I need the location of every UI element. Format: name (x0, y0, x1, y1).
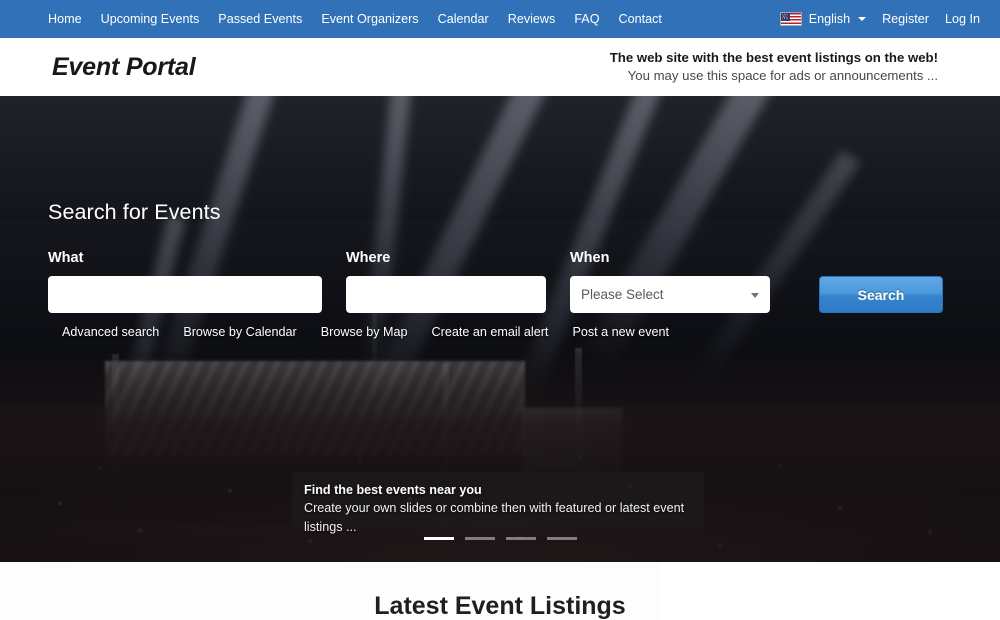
carousel-caption-title: Find the best events near you (304, 483, 482, 497)
carousel-indicator-1[interactable] (423, 537, 454, 540)
register-link[interactable]: Register (882, 13, 929, 26)
site-header: Event Portal The web site with the best … (0, 38, 1000, 96)
login-link[interactable]: Log In (945, 13, 980, 26)
carousel-caption: Find the best events near you Create you… (292, 472, 704, 534)
search-form: What Where When Please Select Search (48, 250, 1000, 313)
where-field-group: Where (346, 250, 546, 313)
nav-link-home[interactable]: Home (48, 13, 82, 26)
nav-link-contact[interactable]: Contact (619, 13, 662, 26)
when-label: When (570, 250, 610, 266)
primary-nav-links: Home Upcoming Events Passed Events Event… (48, 13, 662, 26)
search-button[interactable]: Search (819, 276, 943, 313)
site-logo[interactable]: Event Portal (52, 53, 196, 82)
language-selector[interactable]: English (779, 11, 867, 26)
quick-links-row: Advanced search Browse by Calendar Brows… (48, 325, 1000, 339)
when-select-wrapper: Please Select (570, 276, 770, 313)
nav-link-event-organizers[interactable]: Event Organizers (321, 13, 418, 26)
quick-link-browse-by-calendar[interactable]: Browse by Calendar (183, 325, 296, 339)
where-label: Where (346, 250, 391, 266)
quick-link-advanced-search[interactable]: Advanced search (62, 325, 159, 339)
carousel-indicator-2[interactable] (464, 537, 495, 540)
nav-link-reviews[interactable]: Reviews (508, 13, 556, 26)
when-select[interactable]: Please Select (570, 276, 770, 313)
hero-title: Search for Events (48, 200, 221, 224)
tagline-primary: The web site with the best event listing… (609, 50, 938, 66)
nav-link-faq[interactable]: FAQ (574, 13, 599, 26)
hero-carousel: Search for Events What Where When Please… (0, 96, 1000, 562)
us-flag-icon (779, 12, 802, 26)
carousel-indicator-4[interactable] (546, 537, 577, 540)
tagline-secondary: You may use this space for ads or announ… (627, 68, 938, 83)
section-title: Latest Event Listings (374, 592, 626, 620)
secondary-nav-links: English Register Log In (779, 11, 980, 26)
carousel-indicator-3[interactable] (505, 537, 536, 540)
nav-link-passed-events[interactable]: Passed Events (218, 13, 302, 26)
what-label: What (48, 250, 84, 266)
what-input[interactable] (48, 276, 322, 313)
nav-link-calendar[interactable]: Calendar (438, 13, 489, 26)
language-label: English (808, 11, 851, 26)
quick-link-post-new-event[interactable]: Post a new event (572, 325, 669, 339)
hero-search-panel: Search for Events What Where When Please… (0, 96, 1000, 339)
latest-listings-section: Latest Event Listings (0, 562, 1000, 620)
carousel-indicators (0, 537, 1000, 540)
nav-link-upcoming-events[interactable]: Upcoming Events (101, 13, 200, 26)
quick-link-browse-by-map[interactable]: Browse by Map (321, 325, 408, 339)
where-input[interactable] (346, 276, 546, 313)
top-navigation-bar: Home Upcoming Events Passed Events Event… (0, 0, 1000, 38)
quick-link-create-email-alert[interactable]: Create an email alert (432, 325, 549, 339)
when-field-group: When Please Select (570, 250, 770, 313)
chevron-down-icon (858, 17, 867, 21)
carousel-caption-text: Create your own slides or combine then w… (304, 501, 685, 535)
what-field-group: What (48, 250, 322, 313)
header-tagline: The web site with the best event listing… (610, 49, 980, 85)
